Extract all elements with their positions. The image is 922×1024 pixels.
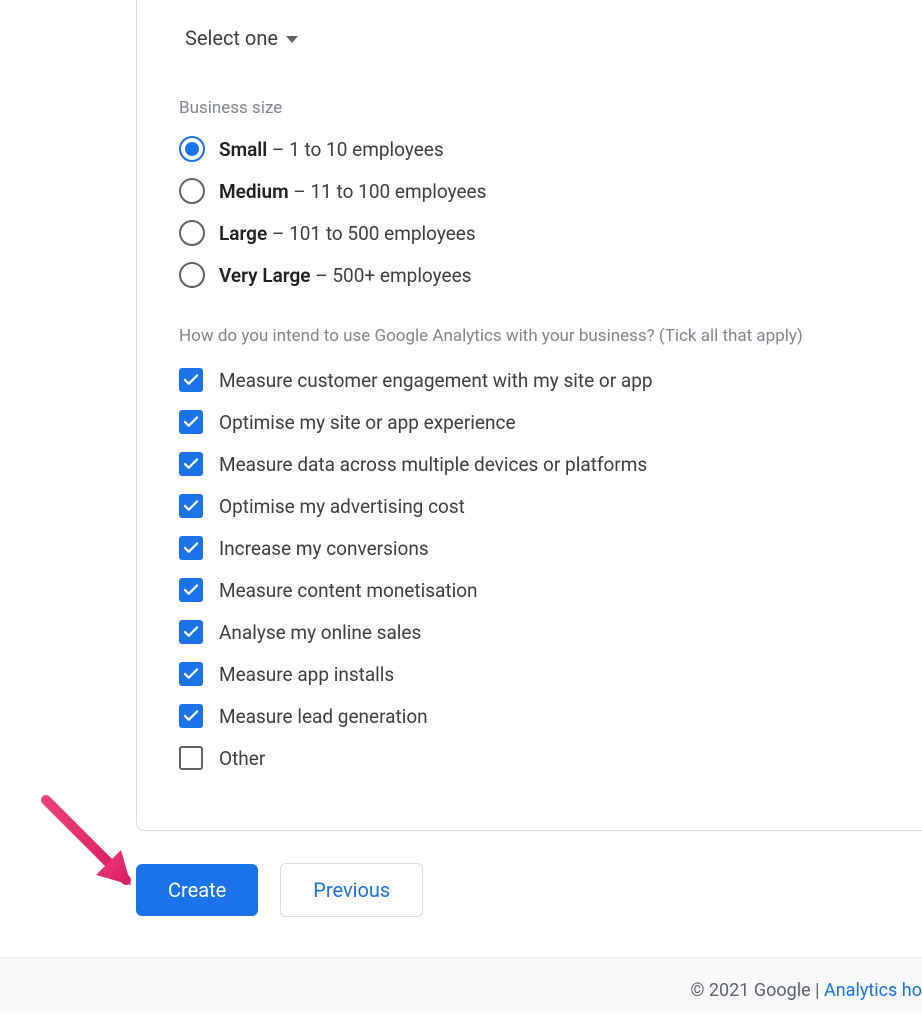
select-label: Select one [185, 26, 278, 50]
radio-option-0[interactable]: Small – 1 to 10 employees [179, 136, 880, 162]
checkbox-option-3[interactable]: Optimise my advertising cost [179, 494, 880, 518]
radio-icon [179, 220, 205, 246]
business-size-label: Business size [179, 98, 880, 118]
create-button[interactable]: Create [136, 864, 258, 916]
checkbox-icon [179, 578, 203, 602]
radio-icon [179, 262, 205, 288]
checkbox-label: Measure app installs [219, 663, 394, 686]
checkbox-label: Measure data across multiple devices or … [219, 453, 647, 476]
checkbox-option-1[interactable]: Optimise my site or app experience [179, 410, 880, 434]
checkbox-label: Optimise my site or app experience [219, 411, 516, 434]
checkbox-option-5[interactable]: Measure content monetisation [179, 578, 880, 602]
caret-down-icon [286, 36, 298, 43]
checkbox-icon [179, 746, 203, 770]
checkbox-icon [179, 662, 203, 686]
checkbox-label: Measure customer engagement with my site… [219, 369, 653, 392]
checkbox-option-4[interactable]: Increase my conversions [179, 536, 880, 560]
radio-option-1[interactable]: Medium – 11 to 100 employees [179, 178, 880, 204]
checkbox-icon [179, 368, 203, 392]
checkbox-option-9[interactable]: Other [179, 746, 880, 770]
checkbox-option-2[interactable]: Measure data across multiple devices or … [179, 452, 880, 476]
checkbox-icon [179, 536, 203, 560]
usage-checkbox-group: Measure customer engagement with my site… [179, 368, 880, 770]
footer-copyright: © 2021 Google [690, 980, 810, 1001]
footer-sep: | [811, 980, 824, 1001]
radio-label: Small – 1 to 10 employees [219, 138, 444, 161]
previous-button[interactable]: Previous [280, 863, 423, 917]
checkbox-label: Analyse my online sales [219, 621, 421, 644]
checkbox-label: Other [219, 747, 265, 770]
checkbox-option-0[interactable]: Measure customer engagement with my site… [179, 368, 880, 392]
checkbox-label: Increase my conversions [219, 537, 429, 560]
footer: © 2021 Google | Analytics ho [0, 957, 922, 1013]
footer-link[interactable]: Analytics ho [824, 980, 922, 1001]
radio-option-2[interactable]: Large – 101 to 500 employees [179, 220, 880, 246]
checkbox-option-7[interactable]: Measure app installs [179, 662, 880, 686]
checkbox-label: Measure content monetisation [219, 579, 478, 602]
business-size-radio-group: Small – 1 to 10 employees Medium – 11 to … [179, 136, 880, 288]
button-row: Create Previous [136, 863, 922, 957]
industry-select[interactable]: Select one [185, 26, 298, 50]
checkbox-icon [179, 620, 203, 644]
checkbox-icon [179, 452, 203, 476]
radio-option-3[interactable]: Very Large – 500+ employees [179, 262, 880, 288]
checkbox-label: Optimise my advertising cost [219, 495, 465, 518]
checkbox-icon [179, 410, 203, 434]
checkbox-label: Measure lead generation [219, 705, 428, 728]
radio-label: Medium – 11 to 100 employees [219, 180, 486, 203]
checkbox-option-6[interactable]: Analyse my online sales [179, 620, 880, 644]
usage-question: How do you intend to use Google Analytic… [179, 326, 880, 346]
checkbox-icon [179, 704, 203, 728]
radio-icon [179, 136, 205, 162]
radio-label: Very Large – 500+ employees [219, 264, 471, 287]
radio-label: Large – 101 to 500 employees [219, 222, 476, 245]
checkbox-icon [179, 494, 203, 518]
radio-icon [179, 178, 205, 204]
checkbox-option-8[interactable]: Measure lead generation [179, 704, 880, 728]
form-panel: Select one Business size Small – 1 to 10… [136, 0, 922, 831]
